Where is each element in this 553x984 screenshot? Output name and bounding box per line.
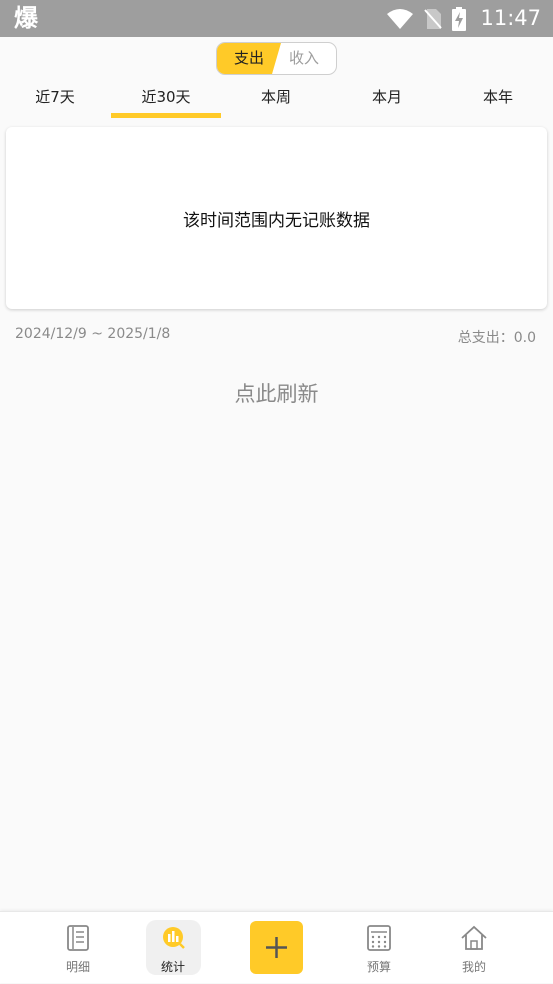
- nav-mine[interactable]: 我的: [444, 912, 504, 984]
- tab-this-year[interactable]: 本年: [443, 82, 553, 118]
- nav-stats-label: 统计: [160, 960, 185, 974]
- date-range: 2024/12/9 ~ 2025/1/8: [15, 326, 171, 342]
- period-tabs: 近7天 近30天 本周 本月 本年: [0, 82, 553, 120]
- chart-card: 该时间范围内无记账数据: [6, 127, 547, 309]
- refresh-button[interactable]: 点此刷新: [0, 378, 553, 408]
- wifi-icon: [387, 8, 414, 29]
- nav-mine-label: 我的: [461, 960, 486, 974]
- total-expense: 总支出：0.0: [457, 330, 536, 346]
- battery-charging-icon: [452, 6, 467, 31]
- empty-message: 该时间范围内无记账数据: [183, 211, 370, 231]
- add-record-button[interactable]: [250, 921, 303, 974]
- app-notification-icon: 爆: [14, 4, 38, 32]
- nav-stats[interactable]: 统计: [143, 912, 203, 984]
- tab-this-week[interactable]: 本周: [221, 82, 331, 118]
- no-sim-icon: [424, 8, 443, 29]
- clock: 11:47: [480, 6, 541, 30]
- status-icons: 11:47: [386, 0, 541, 37]
- nav-details[interactable]: 明细: [48, 912, 108, 984]
- list-icon: [67, 925, 89, 951]
- expense-toggle[interactable]: 支出: [217, 43, 281, 74]
- nav-budget[interactable]: 预算: [349, 912, 409, 984]
- nav-details-label: 明细: [65, 960, 90, 974]
- income-toggle[interactable]: 收入: [289, 43, 319, 74]
- calculator-icon: [367, 925, 391, 951]
- tab-last-7-days[interactable]: 近7天: [0, 82, 110, 118]
- type-toggle: 支出 收入: [216, 42, 337, 75]
- home-icon: [461, 925, 487, 950]
- status-bar: 爆 11:47: [0, 0, 553, 37]
- stats-icon: [163, 927, 185, 949]
- plus-icon: [266, 937, 287, 958]
- nav-budget-label: 预算: [366, 960, 391, 974]
- tab-this-month[interactable]: 本月: [332, 82, 442, 118]
- bottom-nav: 明细 统计 预算 我的: [0, 911, 553, 983]
- tab-last-30-days[interactable]: 近30天: [111, 82, 221, 118]
